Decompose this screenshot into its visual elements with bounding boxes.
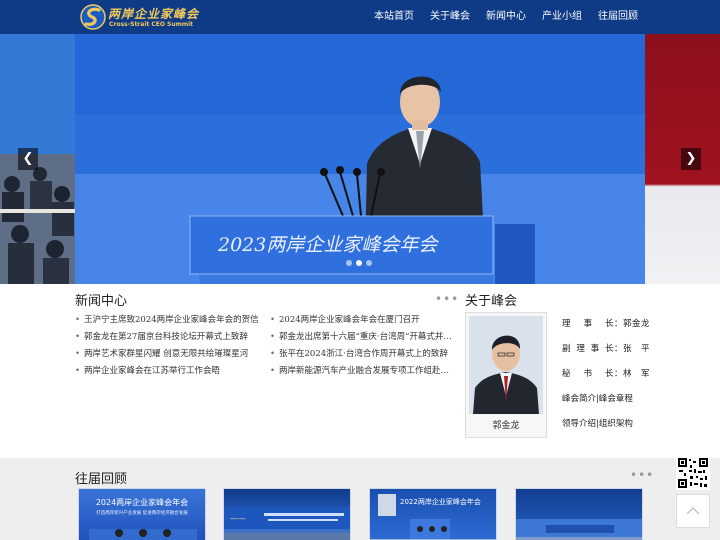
news-section: 新闻中心 ••• • 王沪宁主席致2024两岸企业家峰会年会的贺信 • 郭金龙在第2…: [75, 290, 458, 380]
news-more-button[interactable]: •••: [435, 292, 459, 306]
chairman-portrait-card[interactable]: 郭金龙: [465, 312, 547, 438]
carousel-dot-active[interactable]: [356, 260, 362, 266]
back-to-top-icon: [686, 507, 700, 515]
nav-past-review[interactable]: 往届回顾: [598, 0, 638, 34]
news-item[interactable]: • 郭金龙出席第十六届“重庆·台湾周”开幕式并…: [270, 329, 456, 346]
chevron-left-icon: ❮: [22, 151, 34, 166]
staff-name: 林 军: [623, 369, 651, 379]
hero-carousel[interactable]: 2023两岸企业家峰会年会 ❮ ❯: [0, 34, 720, 284]
logo-name-cn: 两岸企业家峰会: [108, 7, 200, 21]
staff-name: 张 平: [623, 344, 651, 354]
news-item[interactable]: • 两岸新能源汽车产业融合发展专项工作组赴常…: [270, 363, 456, 380]
speaker-scene-image: 2023两岸企业家峰会年会: [75, 34, 645, 284]
nav-home[interactable]: 本站首页: [374, 0, 414, 34]
news-item[interactable]: • 2024两岸企业家峰会年会在厦门召开: [270, 312, 456, 329]
past-event-thumb[interactable]: [515, 488, 643, 540]
svg-text:——: ——: [230, 514, 246, 523]
about-links-row: 峰会简介|峰会章程: [562, 394, 633, 404]
about-section-title: 关于峰会: [465, 294, 518, 309]
news-column-left: • 王沪宁主席致2024两岸企业家峰会年会的贺信 • 郭金龙在第27届京台科技论坛开…: [75, 312, 261, 380]
news-column-right: • 2024两岸企业家峰会年会在厦门召开 • 郭金龙出席第十六届“重庆·台湾周”开幕…: [270, 312, 456, 380]
chevron-right-icon: ❯: [685, 151, 697, 166]
back-to-top-button[interactable]: [676, 494, 710, 528]
news-item[interactable]: • 郭金龙在第27届京台科技论坛开幕式上致辞: [75, 329, 261, 346]
thumb-image: [516, 519, 642, 540]
staff-role: 秘书长: [562, 369, 614, 379]
carousel-active-slide[interactable]: 2023两岸企业家峰会年会: [75, 34, 645, 284]
nav-industry-groups[interactable]: 产业小组: [542, 0, 582, 34]
staff-row: 秘书长：林 军: [562, 362, 652, 387]
main-nav: 本站首页 关于峰会 新闻中心 产业小组 往届回顾: [358, 0, 638, 34]
nav-news[interactable]: 新闻中心: [486, 0, 526, 34]
link-summit-charter[interactable]: 峰会章程: [599, 394, 633, 404]
thumb-image: [89, 529, 197, 540]
podium-banner-text: 2023两岸企业家峰会年会: [217, 234, 439, 256]
past-event-thumb[interactable]: 2024两岸企业家峰会年会 打造两岸新兴产业发展 促进两岸经济融合发展: [78, 488, 206, 540]
link-summit-intro[interactable]: 峰会简介: [562, 394, 596, 404]
past-section-title: 往届回顾: [75, 472, 128, 487]
carousel-prev-button[interactable]: ❮: [18, 148, 38, 170]
leadership-list: 理事长：郭金龙 副理事长：张 平 秘书长：林 军 峰会简介|峰会章程 领导介绍|…: [562, 312, 652, 437]
qr-code-icon: [676, 456, 710, 490]
chairman-photo: [469, 316, 543, 414]
carousel-dots: [344, 260, 374, 266]
link-leadership[interactable]: 领导介绍: [562, 419, 596, 429]
past-more-button[interactable]: •••: [630, 468, 654, 482]
logo-emblem-icon: [80, 4, 106, 30]
about-links-row: 领导介绍|组织架构: [562, 419, 633, 429]
link-organization[interactable]: 组织架构: [599, 419, 633, 429]
site-header: 两岸企业家峰会 Cross-Strait CEO Summit 本站首页 关于峰…: [0, 0, 720, 34]
past-event-thumb[interactable]: 2022两岸企业家峰会年会: [369, 488, 497, 540]
news-item[interactable]: • 张平在2024浙江·台湾合作周开幕式上的致辞: [270, 346, 456, 363]
site-logo[interactable]: 两岸企业家峰会 Cross-Strait CEO Summit: [80, 3, 200, 31]
past-event-thumb[interactable]: ——: [223, 488, 351, 540]
staff-row: 副理事长：张 平: [562, 337, 652, 362]
staff-name: 郭金龙: [623, 319, 651, 329]
thumb-image: [370, 494, 496, 540]
staff-role: 理事长: [562, 319, 614, 329]
news-item[interactable]: • 两岸艺术家群星闪耀 创意无限共绘璀璨星河: [75, 346, 261, 363]
past-review-section: 往届回顾 ••• 2024两岸企业家峰会年会 打造两岸新兴产业发展 促进两岸经济…: [0, 458, 720, 540]
about-section: 关于峰会 郭金龙 理事长：郭金龙 副理事长：张 平 秘书长：林 军 峰会简介|峰…: [465, 290, 650, 440]
staff-row: 理事长：郭金龙: [562, 312, 652, 337]
news-section-title: 新闻中心: [75, 294, 128, 309]
thumb-image: ——: [224, 507, 350, 540]
news-item[interactable]: • 两岸企业家峰会在江苏举行工作会晤: [75, 363, 261, 380]
carousel-next-button[interactable]: ❯: [681, 148, 701, 170]
carousel-dot[interactable]: [346, 260, 352, 266]
news-item[interactable]: • 王沪宁主席致2024两岸企业家峰会年会的贺信: [75, 312, 261, 329]
carousel-dot[interactable]: [366, 260, 372, 266]
logo-name-en: Cross-Strait CEO Summit: [109, 21, 194, 28]
qr-code[interactable]: [676, 456, 710, 490]
nav-about[interactable]: 关于峰会: [430, 0, 470, 34]
portrait-image: [469, 316, 543, 414]
staff-role: 副理事长: [562, 344, 614, 354]
portrait-caption: 郭金龙: [492, 421, 520, 431]
